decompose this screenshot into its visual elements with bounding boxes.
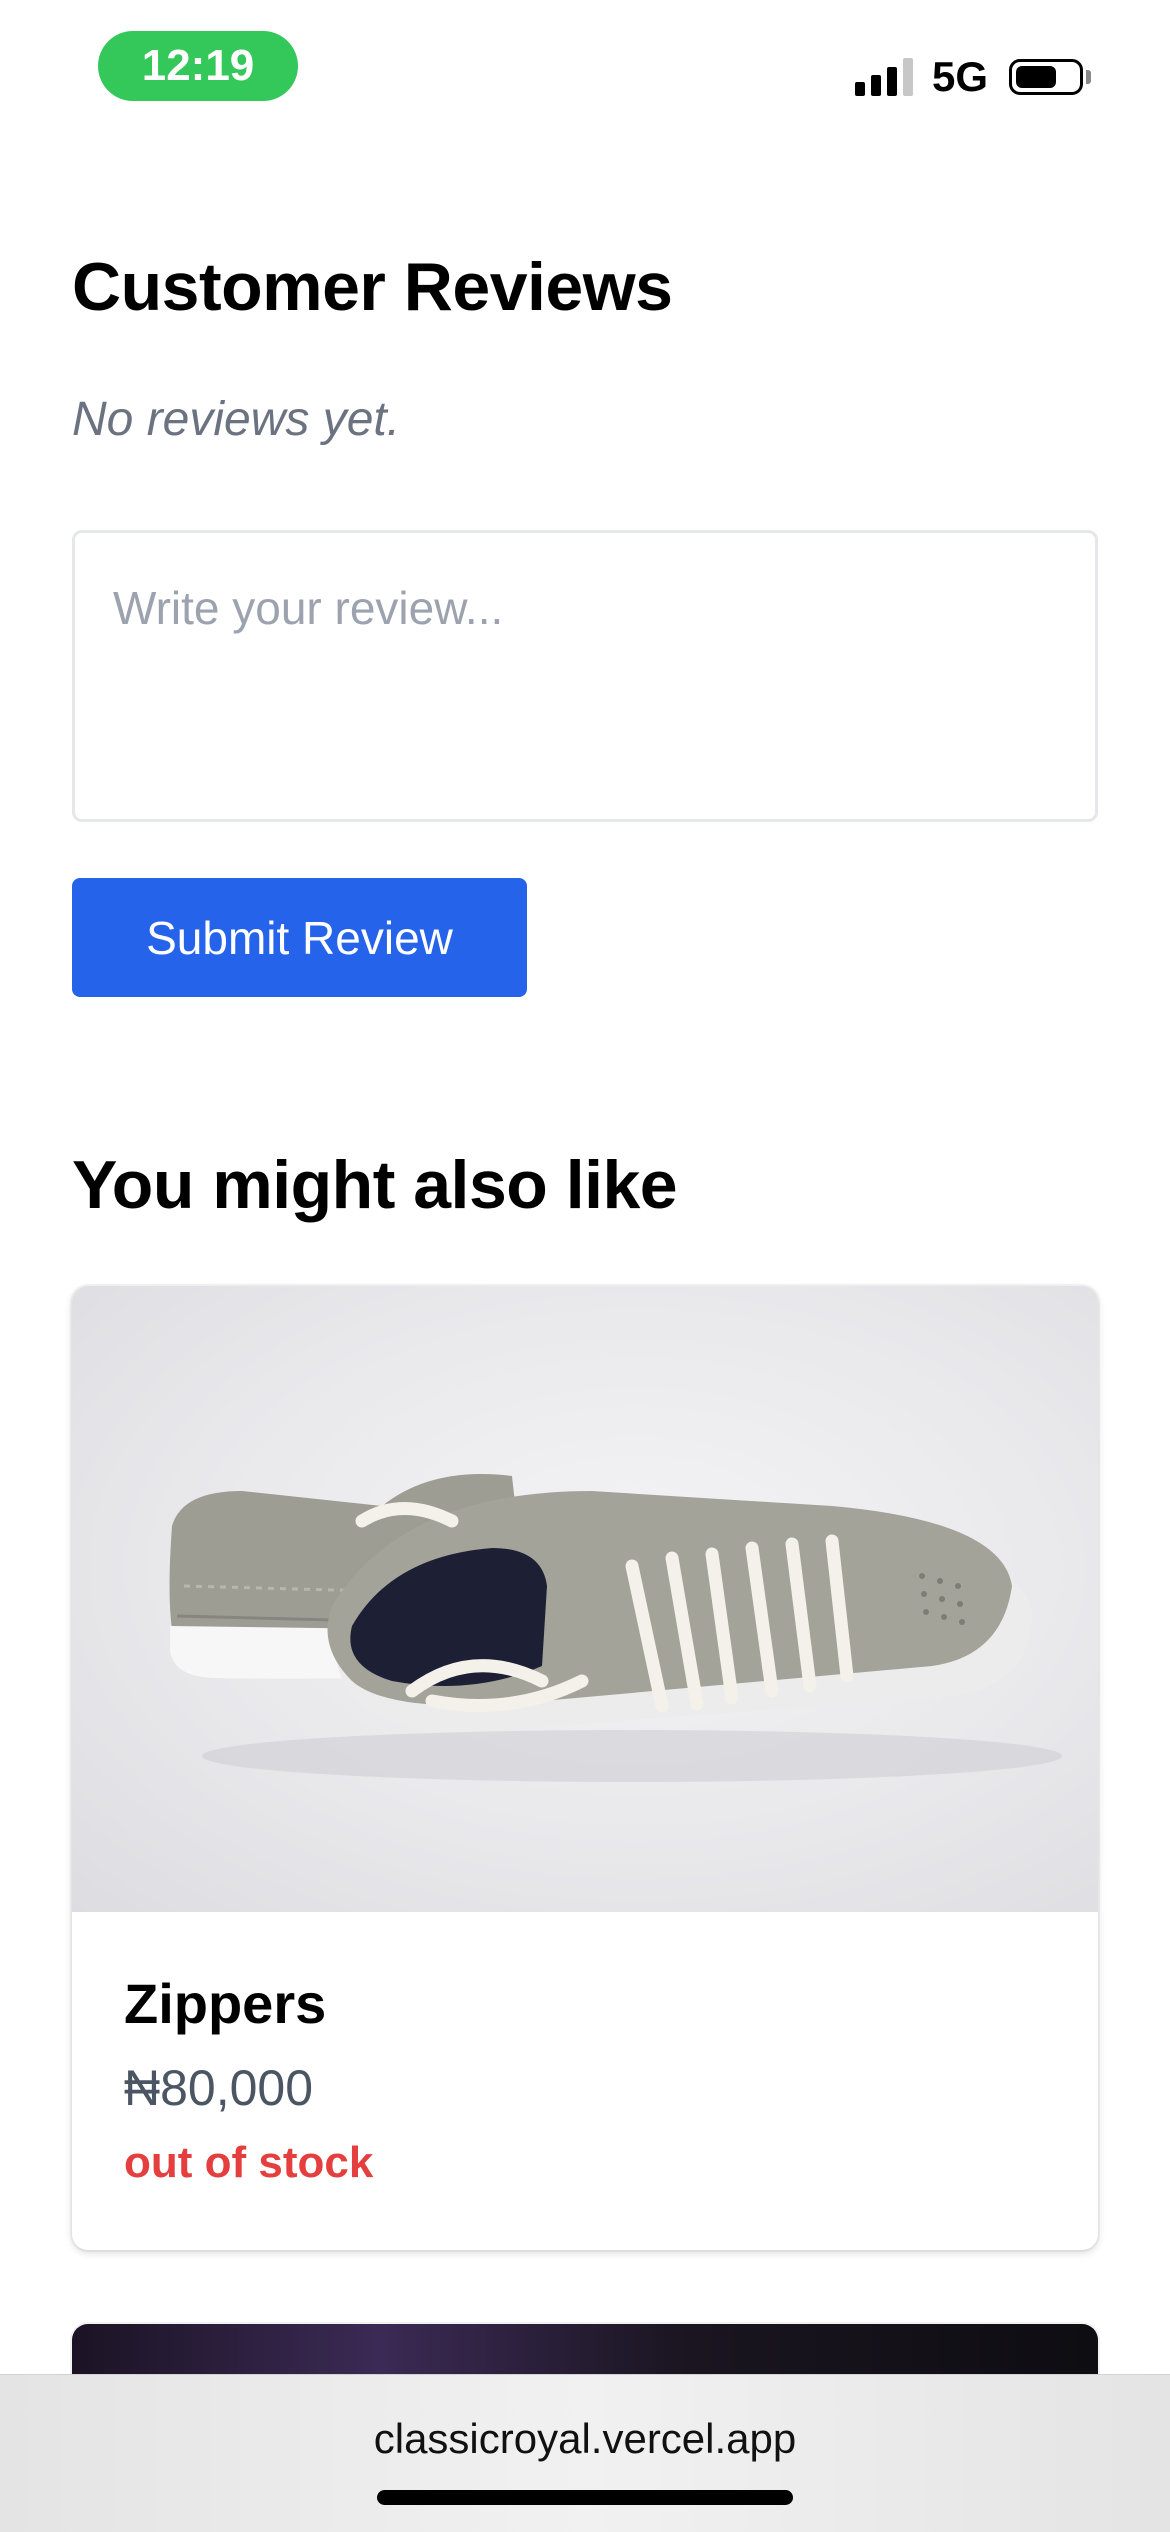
battery-tip (1086, 70, 1091, 84)
status-bar: 12:19 5G (0, 0, 1170, 130)
product-name[interactable]: Zippers (124, 1971, 326, 2036)
url-text[interactable]: classicroyal.vercel.app (0, 2415, 1170, 2463)
browser-url-bar[interactable]: classicroyal.vercel.app (0, 2374, 1170, 2532)
review-input[interactable] (72, 530, 1098, 822)
product-image[interactable] (72, 1286, 1098, 1912)
battery-icon (1009, 59, 1083, 95)
status-time: 12:19 (98, 31, 298, 101)
product-card[interactable]: Zippers ₦80,000 out of stock (72, 1286, 1098, 2250)
network-type: 5G (932, 53, 989, 100)
cellular-signal-icon (855, 58, 915, 96)
stock-status: out of stock (124, 2138, 374, 2187)
submit-review-button[interactable]: Submit Review (72, 878, 527, 997)
product-price: ₦80,000 (124, 2060, 314, 2116)
battery-level (1016, 66, 1056, 88)
recommendations-heading: You might also like (72, 1147, 678, 1223)
reviews-heading: Customer Reviews (72, 249, 673, 325)
home-indicator[interactable] (377, 2490, 793, 2505)
sneaker-image (169, 1474, 1062, 1782)
page: 12:19 5G Customer Reviews No reviews yet… (0, 0, 1170, 2532)
no-reviews-message: No reviews yet. (72, 393, 401, 446)
